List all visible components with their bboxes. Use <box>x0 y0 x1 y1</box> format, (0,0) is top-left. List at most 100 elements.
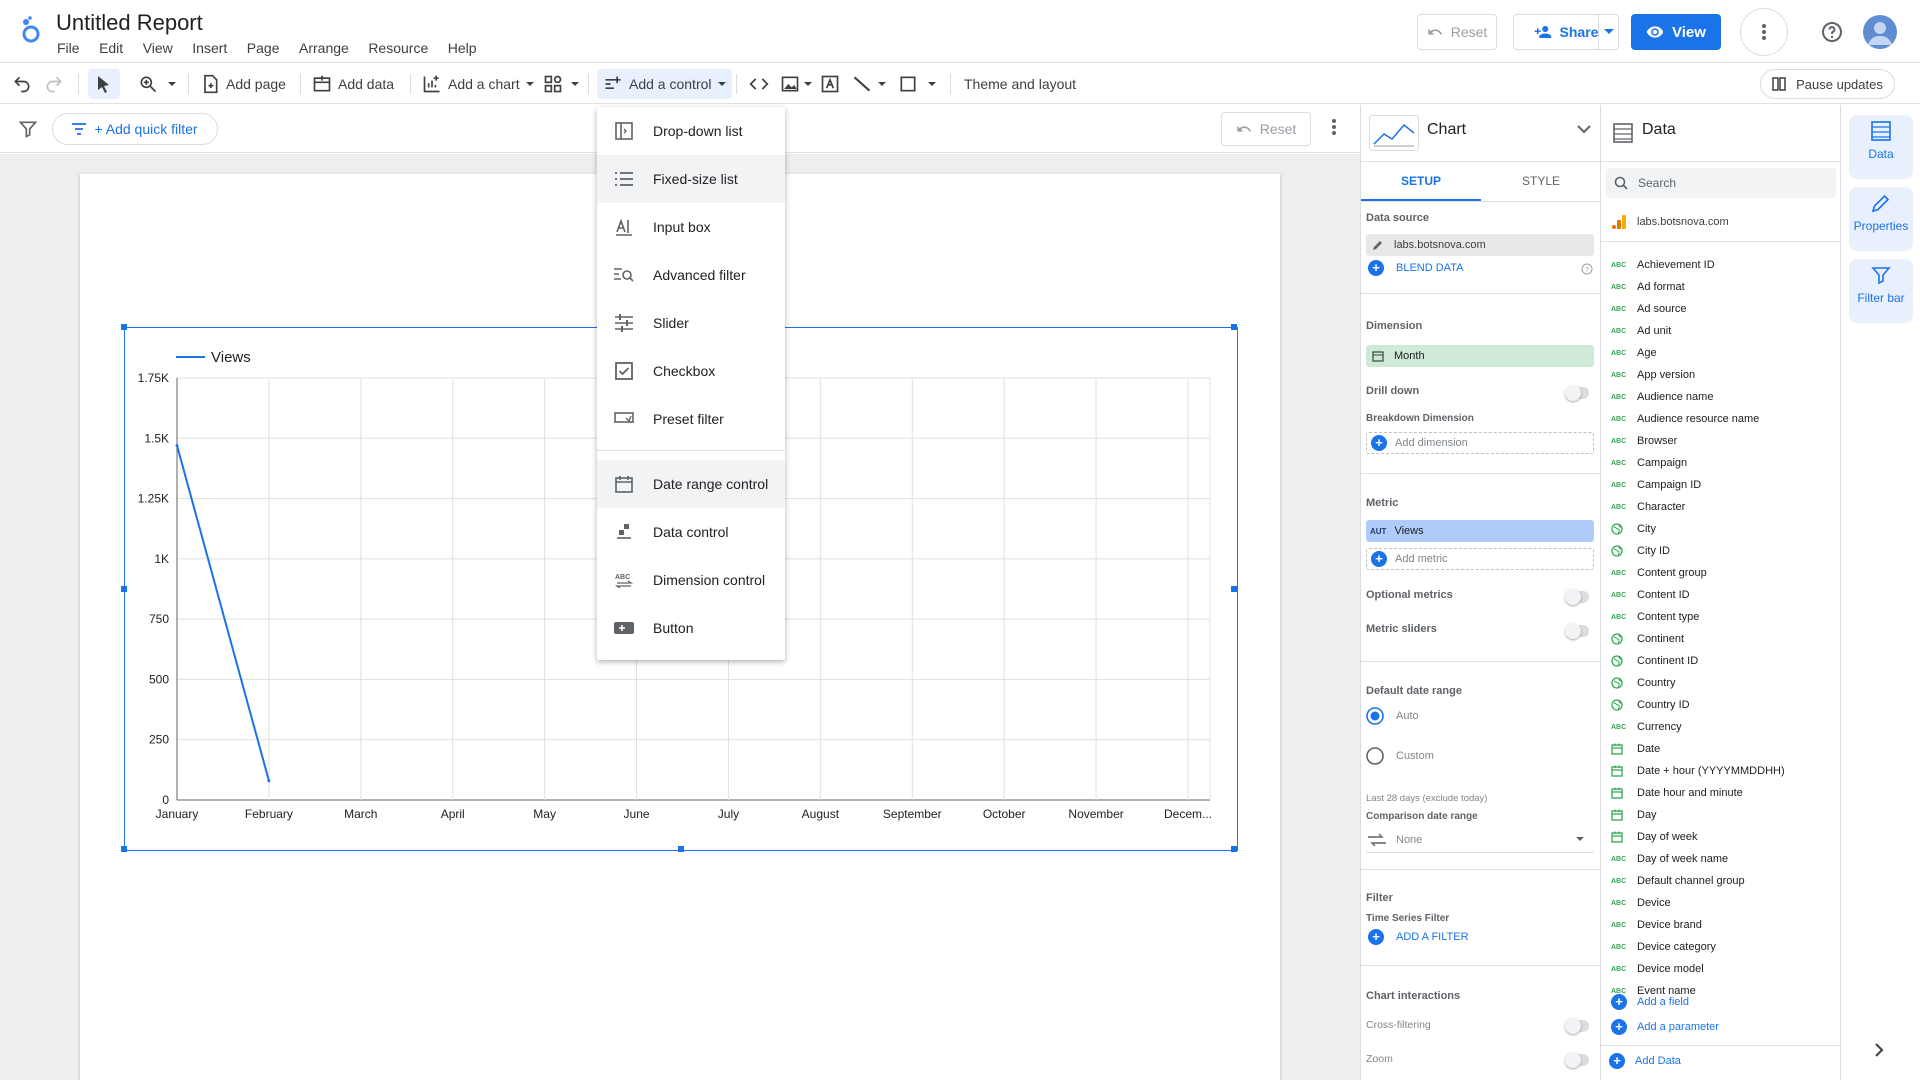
field-item[interactable]: ABC Age <box>1601 342 1841 364</box>
add-dimension-button[interactable]: + Add dimension <box>1366 432 1594 454</box>
filter-icon[interactable] <box>18 119 38 139</box>
rail-properties-tab[interactable]: Properties <box>1849 187 1913 251</box>
add-page-button[interactable]: Add page <box>200 64 286 104</box>
menu-item-drop-down-list[interactable]: Drop-down list <box>597 107 785 155</box>
add-chart-button[interactable]: Add a chart <box>422 64 534 104</box>
resize-handle-se[interactable] <box>1231 846 1237 852</box>
dimension-chip[interactable]: Month <box>1366 345 1594 367</box>
resize-handle-s[interactable] <box>678 846 684 852</box>
field-item[interactable]: ABC Device brand <box>1601 914 1841 936</box>
theme-and-layout-button[interactable]: Theme and layout <box>964 64 1076 104</box>
field-item[interactable]: ABC Ad format <box>1601 276 1841 298</box>
field-item[interactable]: Continent ID <box>1601 650 1841 672</box>
rail-filter-bar-tab[interactable]: Filter bar <box>1849 259 1913 323</box>
menu-item-fixed-size-list[interactable]: Fixed-size list <box>597 155 785 203</box>
cross-filtering-toggle[interactable] <box>1565 1018 1589 1034</box>
select-tool-icon[interactable] <box>88 69 120 99</box>
rail-data-tab[interactable]: Data <box>1849 115 1913 179</box>
add-parameter-button[interactable]: + Add a parameter <box>1611 1019 1719 1035</box>
add-control-button[interactable]: Add a control <box>597 69 732 99</box>
help-icon[interactable]: ? <box>1581 263 1593 275</box>
date-range-auto-radio[interactable]: Auto <box>1366 707 1419 725</box>
share-button[interactable]: Share <box>1513 14 1619 50</box>
field-item[interactable]: Country <box>1601 672 1841 694</box>
looker-studio-logo[interactable] <box>20 16 42 44</box>
metric-chip[interactable]: AUT Views <box>1366 520 1594 542</box>
more-options-button[interactable] <box>1740 8 1788 56</box>
text-box-icon[interactable] <box>820 64 846 104</box>
field-item[interactable]: ABC Ad source <box>1601 298 1841 320</box>
blend-data-button[interactable]: + BLEND DATA <box>1368 260 1463 276</box>
share-dropdown-icon[interactable] <box>1604 29 1614 35</box>
legend-label[interactable]: Views <box>211 349 251 366</box>
add-filter-button[interactable]: + ADD A FILTER <box>1368 929 1469 945</box>
field-item[interactable]: ABC Audience resource name <box>1601 408 1841 430</box>
drill-down-toggle[interactable] <box>1565 385 1589 401</box>
add-metric-button[interactable]: + Add metric <box>1366 548 1594 570</box>
data-source-header[interactable]: labs.botsnova.com <box>1611 214 1729 230</box>
menu-resource[interactable]: Resource <box>368 40 428 56</box>
date-range-custom-radio[interactable]: Custom <box>1366 747 1434 765</box>
menu-item-dimension-control[interactable]: ABC Dimension control <box>597 556 785 604</box>
menu-help[interactable]: Help <box>448 40 477 56</box>
chevron-down-icon[interactable] <box>1577 125 1591 134</box>
view-button[interactable]: View <box>1631 14 1721 50</box>
field-item[interactable]: ABC Campaign ID <box>1601 474 1841 496</box>
field-item[interactable]: ABC Device category <box>1601 936 1841 958</box>
field-item[interactable]: ABC Ad unit <box>1601 320 1841 342</box>
zoom-toggle[interactable] <box>1565 1052 1589 1068</box>
menu-item-date-range-control[interactable]: Date range control <box>597 460 785 508</box>
field-item[interactable]: ABC Content group <box>1601 562 1841 584</box>
menu-item-preset-filter[interactable]: Preset filter <box>597 395 785 443</box>
image-icon[interactable] <box>780 64 818 104</box>
menu-page[interactable]: Page <box>247 40 280 56</box>
tab-style[interactable]: STYLE <box>1481 163 1601 201</box>
report-title[interactable]: Untitled Report <box>56 10 203 36</box>
tab-setup[interactable]: SETUP <box>1361 163 1481 201</box>
optional-metrics-toggle[interactable] <box>1565 589 1589 605</box>
field-item[interactable]: ABC Content type <box>1601 606 1841 628</box>
menu-edit[interactable]: Edit <box>99 40 123 56</box>
field-item[interactable]: Day of week <box>1601 826 1841 848</box>
data-search-field[interactable]: Search <box>1606 168 1836 198</box>
add-data-source-button[interactable]: + Add Data <box>1609 1053 1681 1069</box>
field-item[interactable]: Country ID <box>1601 694 1841 716</box>
add-quick-filter-button[interactable]: + Add quick filter <box>52 113 218 145</box>
field-item[interactable]: Date <box>1601 738 1841 760</box>
menu-item-button[interactable]: Button <box>597 604 785 652</box>
field-item[interactable]: ABC Currency <box>1601 716 1841 738</box>
resize-handle-sw[interactable] <box>121 846 127 852</box>
filter-reset-button[interactable]: Reset <box>1221 112 1311 146</box>
field-item[interactable]: Day <box>1601 804 1841 826</box>
community-viz-icon[interactable] <box>543 64 585 104</box>
menu-item-input-box[interactable]: Input box <box>597 203 785 251</box>
code-embed-icon[interactable] <box>748 64 776 104</box>
field-item[interactable]: ABC Browser <box>1601 430 1841 452</box>
add-data-button[interactable]: Add data <box>312 64 394 104</box>
field-item[interactable]: ABC Default channel group <box>1601 870 1841 892</box>
menu-item-slider[interactable]: Slider <box>597 299 785 347</box>
more-vert-icon[interactable] <box>1332 119 1336 135</box>
metric-sliders-toggle[interactable] <box>1565 623 1589 639</box>
shape-icon[interactable] <box>898 64 942 104</box>
menu-insert[interactable]: Insert <box>192 40 227 56</box>
reset-button[interactable]: Reset <box>1417 14 1497 50</box>
menu-item-advanced-filter[interactable]: Advanced filter <box>597 251 785 299</box>
menu-item-checkbox[interactable]: Checkbox <box>597 347 785 395</box>
resize-handle-w[interactable] <box>121 586 127 592</box>
field-item[interactable]: ABC Device <box>1601 892 1841 914</box>
field-item[interactable]: City <box>1601 518 1841 540</box>
undo-icon[interactable] <box>12 64 38 104</box>
field-item[interactable]: ABC Audience name <box>1601 386 1841 408</box>
field-item[interactable]: Continent <box>1601 628 1841 650</box>
chart-type-thumbnail[interactable] <box>1369 115 1419 151</box>
field-item[interactable]: ABC Achievement ID <box>1601 254 1841 276</box>
help-icon[interactable] <box>1820 20 1844 44</box>
field-item[interactable]: ABC Content ID <box>1601 584 1841 606</box>
zoom-icon[interactable] <box>138 64 182 104</box>
data-source-chip[interactable]: labs.botsnova.com <box>1366 234 1594 256</box>
pause-updates-button[interactable]: Pause updates <box>1760 69 1895 99</box>
resize-handle-ne[interactable] <box>1231 324 1237 330</box>
menu-arrange[interactable]: Arrange <box>299 40 349 56</box>
resize-handle-e[interactable] <box>1231 586 1237 592</box>
